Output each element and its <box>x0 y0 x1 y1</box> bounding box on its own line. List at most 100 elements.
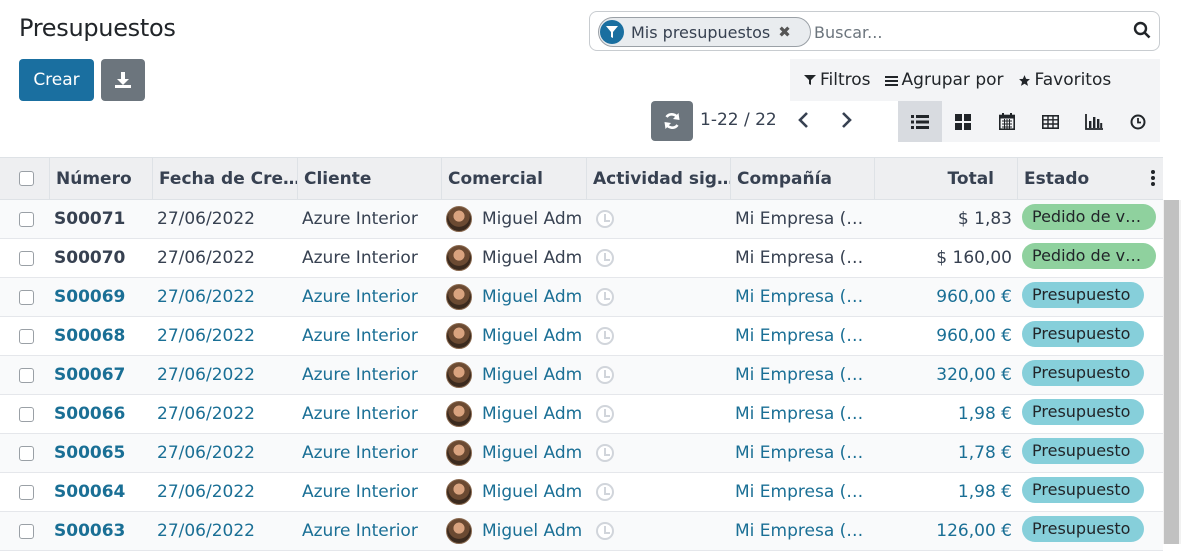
search-panel-toolbar: Filtros Agrupar por Favoritos <box>790 59 1160 101</box>
favorites-label: Favoritos <box>1034 70 1112 90</box>
search-icon[interactable] <box>1133 21 1151 43</box>
create-button[interactable]: Crear <box>19 59 94 101</box>
table-row[interactable]: S00070 27/06/2022 Azure Interior Miguel … <box>0 239 1163 278</box>
kanban-view-icon[interactable] <box>942 101 986 142</box>
table-row[interactable]: S00064 27/06/2022 Azure Interior Miguel … <box>0 473 1163 512</box>
table-row[interactable]: S00065 27/06/2022 Azure Interior Miguel … <box>0 434 1163 473</box>
salesperson-name: Miguel Adm <box>482 326 583 346</box>
row-checkbox[interactable] <box>19 407 34 422</box>
table-row[interactable]: S00066 27/06/2022 Azure Interior Miguel … <box>0 395 1163 434</box>
avatar <box>446 362 472 388</box>
select-all-checkbox[interactable] <box>19 171 34 186</box>
pager-next-icon[interactable] <box>840 110 854 134</box>
order-number: S00067 <box>54 365 126 385</box>
row-checkbox[interactable] <box>19 290 34 305</box>
activity-clock-icon[interactable] <box>596 210 614 228</box>
activity-clock-icon[interactable] <box>596 444 614 462</box>
order-number: S00070 <box>54 248 126 268</box>
scrollbar[interactable] <box>1163 200 1181 544</box>
reload-button[interactable] <box>651 101 693 141</box>
activity-clock-icon[interactable] <box>596 327 614 345</box>
pager-value[interactable]: 1-22 / 22 <box>700 110 777 130</box>
order-number: S00069 <box>54 287 126 307</box>
row-checkbox[interactable] <box>19 524 34 539</box>
company: Mi Empresa (… <box>735 521 864 541</box>
facet-close-icon[interactable]: ✖ <box>778 23 791 41</box>
order-total: $ 160,00 <box>936 248 1012 268</box>
list-view-icon[interactable] <box>898 101 942 142</box>
pivot-view-icon[interactable] <box>1029 101 1073 142</box>
row-checkbox[interactable] <box>19 212 34 227</box>
header-estado[interactable]: Estado <box>1017 157 1163 200</box>
download-button[interactable] <box>101 59 145 101</box>
search-input[interactable] <box>814 20 1114 44</box>
table-row[interactable]: S00068 27/06/2022 Azure Interior Miguel … <box>0 317 1163 356</box>
customer: Azure Interior <box>302 521 418 541</box>
status-badge-cell: Presupuesto <box>1022 398 1163 430</box>
order-total: 960,00 € <box>936 287 1012 307</box>
customer: Azure Interior <box>302 248 418 268</box>
header-numero[interactable]: Número <box>49 157 152 200</box>
favorites-button[interactable]: Favoritos <box>1018 70 1112 90</box>
activity-clock-icon[interactable] <box>596 249 614 267</box>
funnel-icon <box>804 75 816 85</box>
activity-clock-icon[interactable] <box>596 405 614 423</box>
order-number: S00066 <box>54 404 126 424</box>
header-actividad[interactable]: Actividad sig… <box>586 157 731 200</box>
order-total: 1,98 € <box>957 482 1012 502</box>
activity-clock-icon[interactable] <box>596 522 614 540</box>
download-icon <box>115 72 131 88</box>
activity-clock-icon[interactable] <box>596 366 614 384</box>
search-facet[interactable]: Mis presupuestos ✖ <box>598 17 811 47</box>
order-number: S00065 <box>54 443 126 463</box>
company: Mi Empresa (… <box>735 365 864 385</box>
header-compania[interactable]: Compañía <box>730 157 875 200</box>
row-checkbox[interactable] <box>19 251 34 266</box>
avatar <box>446 518 472 544</box>
table-row[interactable]: S00069 27/06/2022 Azure Interior Miguel … <box>0 278 1163 317</box>
customer: Azure Interior <box>302 404 418 424</box>
row-checkbox[interactable] <box>19 446 34 461</box>
status-badge-cell: Presupuesto <box>1022 359 1163 391</box>
view-switcher <box>898 101 1160 142</box>
customer: Azure Interior <box>302 443 418 463</box>
facet-label: Mis presupuestos <box>631 22 771 42</box>
filters-button[interactable]: Filtros <box>804 70 871 90</box>
company: Mi Empresa (… <box>735 482 864 502</box>
table-row[interactable]: S00071 27/06/2022 Azure Interior Miguel … <box>0 200 1163 239</box>
order-total: 1,78 € <box>957 443 1012 463</box>
graph-view-icon[interactable] <box>1072 101 1116 142</box>
row-checkbox[interactable] <box>19 485 34 500</box>
row-checkbox[interactable] <box>19 329 34 344</box>
customer: Azure Interior <box>302 365 418 385</box>
optional-columns-icon[interactable] <box>1151 170 1155 191</box>
order-number: S00063 <box>54 521 126 541</box>
avatar <box>446 401 472 427</box>
order-date: 27/06/2022 <box>157 209 255 229</box>
order-total: 320,00 € <box>936 365 1012 385</box>
activity-clock-icon[interactable] <box>596 483 614 501</box>
group-by-button[interactable]: Agrupar por <box>884 70 1004 90</box>
activity-view-icon[interactable] <box>1116 101 1160 142</box>
table-row[interactable]: S00063 27/06/2022 Azure Interior Miguel … <box>0 512 1163 551</box>
status-badge-cell: Presupuesto <box>1022 281 1163 313</box>
filters-label: Filtros <box>820 70 871 90</box>
header-comercial[interactable]: Comercial <box>441 157 586 200</box>
company: Mi Empresa (… <box>735 443 864 463</box>
header-total[interactable]: Total <box>874 157 1018 200</box>
salesperson-name: Miguel Adm <box>482 287 583 307</box>
salesperson-name: Miguel Adm <box>482 482 583 502</box>
status-badge: Presupuesto <box>1022 476 1144 503</box>
salesperson: Miguel Adm <box>446 284 586 310</box>
pager-previous-icon[interactable] <box>796 110 810 134</box>
header-fecha[interactable]: Fecha de Cre… <box>152 157 298 200</box>
row-checkbox[interactable] <box>19 368 34 383</box>
scrollbar-thumb[interactable] <box>1164 200 1179 544</box>
order-number: S00068 <box>54 326 126 346</box>
activity-clock-icon[interactable] <box>596 288 614 306</box>
status-badge-cell: Presupuesto <box>1022 515 1163 547</box>
list-lines-icon <box>884 76 898 86</box>
header-cliente[interactable]: Cliente <box>297 157 442 200</box>
table-row[interactable]: S00067 27/06/2022 Azure Interior Miguel … <box>0 356 1163 395</box>
calendar-view-icon[interactable] <box>985 101 1029 142</box>
